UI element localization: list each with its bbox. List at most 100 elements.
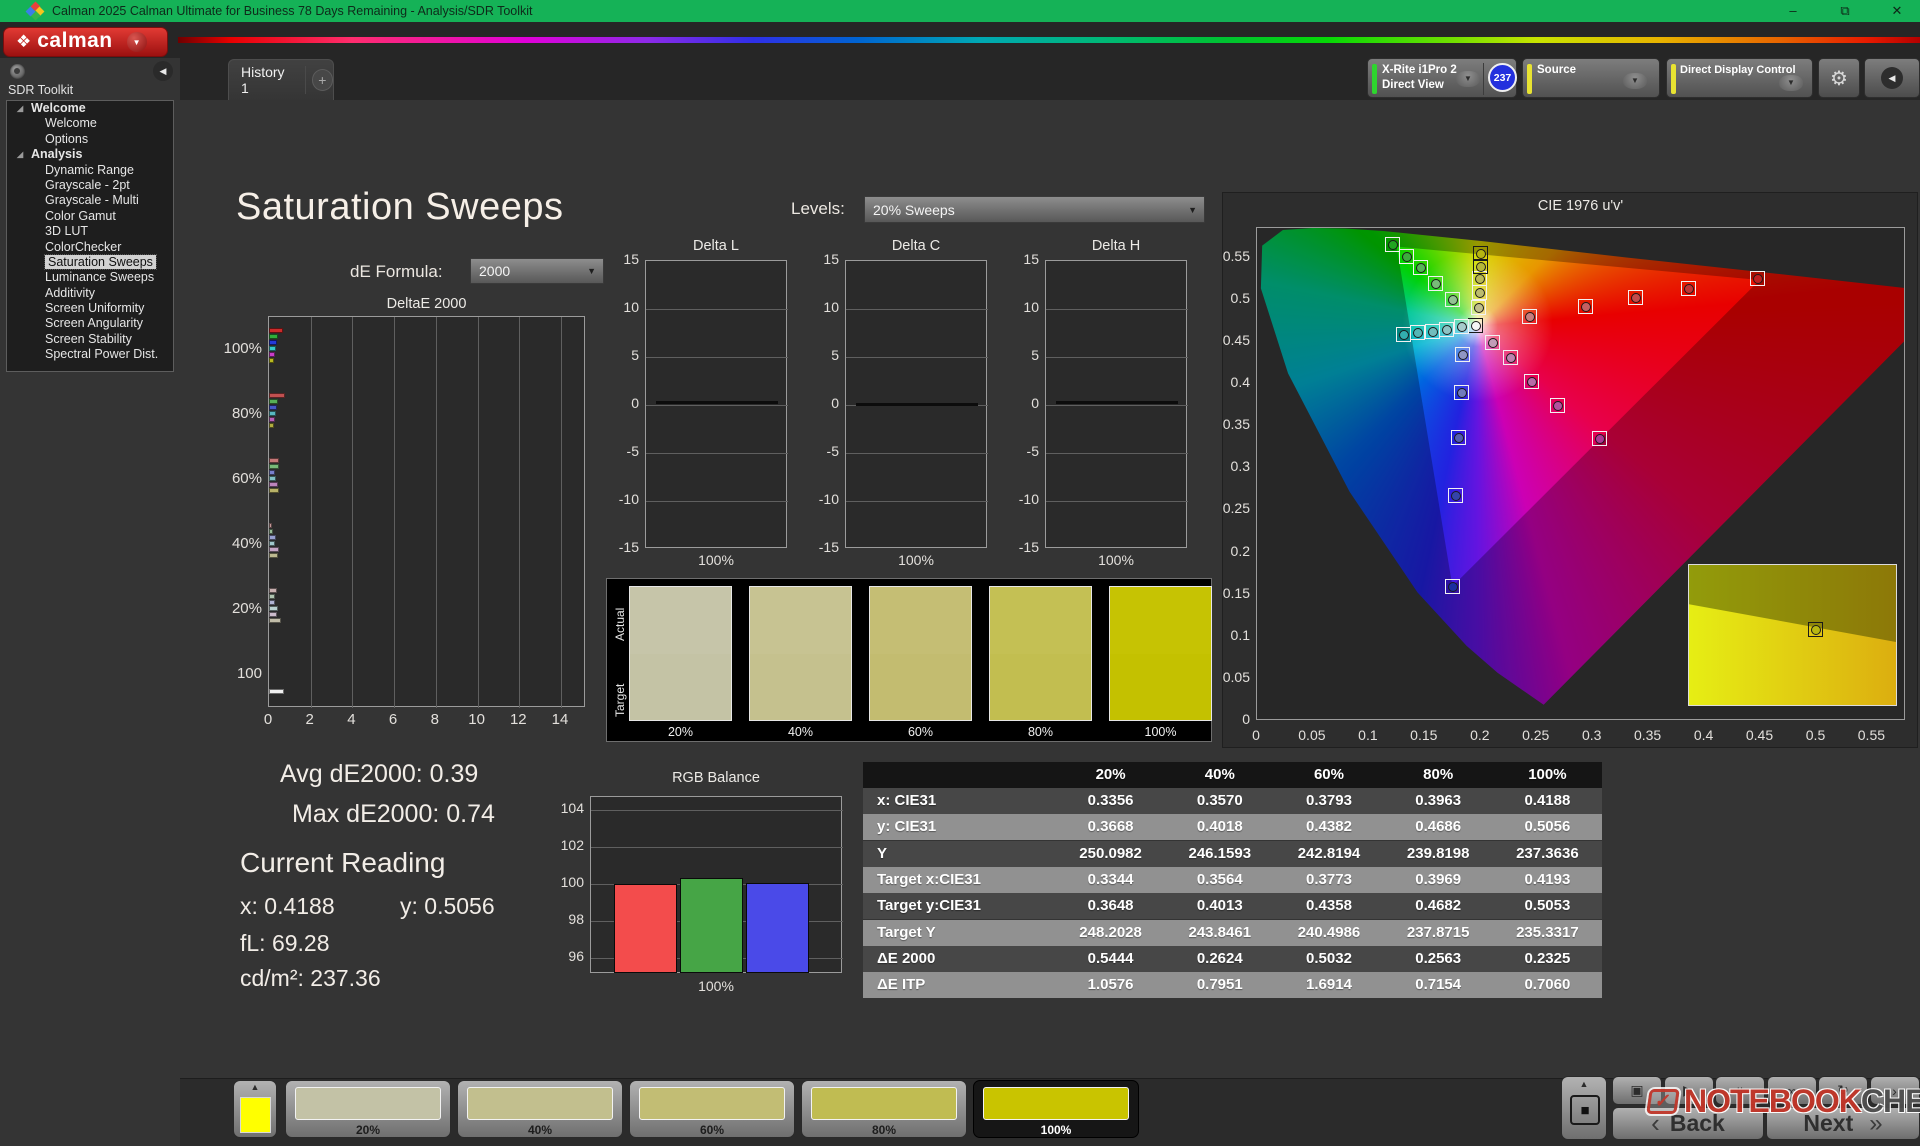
brand-caret-icon[interactable]: ▼ — [127, 32, 147, 52]
stop-measure-button[interactable]: ■ — [1570, 1095, 1600, 1125]
tree-group-analysis[interactable]: ◢Analysis — [7, 147, 173, 162]
pattern-button-40%[interactable]: 40% — [457, 1080, 623, 1138]
delta-h-title: Delta H — [1045, 238, 1187, 254]
continuous-measure-button[interactable]: ∞ — [1767, 1076, 1817, 1105]
up-arrow-icon[interactable]: ▲ — [1562, 1079, 1606, 1089]
y-tick-label: -5 — [807, 443, 839, 459]
sidebar-item-3d-lut[interactable]: 3D LUT — [7, 224, 173, 239]
actual-swatch — [870, 587, 971, 654]
gridline — [591, 847, 843, 848]
source-selector[interactable]: Source ▼ — [1522, 58, 1660, 98]
sidebar-item-grayscale-multi[interactable]: Grayscale - Multi — [7, 193, 173, 208]
deltae-bar — [269, 464, 279, 469]
calman-diamond-icon: ❖ — [16, 32, 31, 52]
delta-c-title: Delta C — [845, 238, 987, 254]
green-sweep-point — [1448, 295, 1458, 305]
sidebar-item-grayscale-2pt[interactable]: Grayscale - 2pt — [7, 178, 173, 193]
y-tick-label: 0 — [807, 395, 839, 411]
tree-group-welcome[interactable]: ◢Welcome — [7, 101, 173, 116]
workflow-orb-button[interactable] — [10, 64, 25, 79]
gridline — [1046, 405, 1188, 406]
y-tick-label: 0 — [1007, 395, 1039, 411]
table-cell: 1.6914 — [1274, 972, 1383, 998]
display-control-selector[interactable]: Direct Display Control ▼ — [1666, 58, 1813, 98]
delta-l-xlabel: 100% — [645, 552, 787, 568]
sidebar-item-screen-uniformity[interactable]: Screen Uniformity — [7, 301, 173, 316]
sidebar-item-additivity[interactable]: Additivity — [7, 286, 173, 301]
tree-expander-icon[interactable]: ◢ — [17, 147, 23, 162]
display-control-dropdown-icon[interactable]: ▼ — [1779, 75, 1803, 91]
sidebar-item-screen-stability[interactable]: Screen Stability — [7, 332, 173, 347]
de-formula-dropdown[interactable]: 2000 ▼ — [470, 258, 604, 284]
collapse-panel-button[interactable]: ◀ — [1864, 58, 1920, 98]
advance-button[interactable]: › — [1870, 1076, 1920, 1105]
sidebar-item-options[interactable]: Options — [7, 132, 173, 147]
sidebar-item-dynamic-range[interactable]: Dynamic Range — [7, 163, 173, 178]
row-label: y: CIE31 — [877, 814, 1057, 840]
sidebar-item-colorchecker[interactable]: ColorChecker — [7, 240, 173, 255]
rgb-balance-xlabel: 100% — [590, 978, 842, 994]
chevron-right-icon: » — [1869, 1110, 1882, 1138]
tab-label: History 1 — [241, 64, 295, 96]
settings-gear-button[interactable]: ⚙ — [1818, 58, 1860, 98]
add-tab-button[interactable]: + — [312, 69, 333, 91]
y-tick-label: 5 — [607, 347, 639, 363]
tab-history-1[interactable]: History 1 + — [228, 59, 334, 100]
table-column-header: 40% — [1165, 762, 1274, 788]
sidebar-item-color-gamut[interactable]: Color Gamut — [7, 209, 173, 224]
cie-y-tick: 0.2 — [1210, 543, 1250, 559]
table-cell: 240.4986 — [1274, 920, 1383, 946]
gridline — [1046, 501, 1188, 502]
pattern-button-80%[interactable]: 80% — [801, 1080, 967, 1138]
actual-row-label: Actual — [613, 608, 627, 641]
sidebar-item-luminance-sweeps[interactable]: Luminance Sweeps — [7, 270, 173, 285]
x-tick-label: 6 — [383, 711, 403, 728]
sidebar-item-screen-angularity[interactable]: Screen Angularity — [7, 316, 173, 331]
minimize-button-icon[interactable]: – — [1770, 0, 1816, 22]
pattern-window-icon: ⌗ — [1736, 1082, 1744, 1099]
restore-button-icon[interactable]: ⧉ — [1822, 0, 1868, 22]
y-tick-label: -5 — [1007, 443, 1039, 459]
levels-dropdown[interactable]: 20% Sweeps ▼ — [864, 196, 1205, 223]
meter-selector[interactable]: X-Rite i1Pro 2 Direct View ▼ 237 — [1367, 58, 1517, 98]
de-formula-label: dE Formula: — [350, 262, 443, 282]
gridline — [846, 357, 988, 358]
pattern-button-60%[interactable]: 60% — [629, 1080, 795, 1138]
pattern-preview-swatch[interactable] — [240, 1097, 271, 1133]
sidebar-collapse-button[interactable]: ◀ — [153, 61, 173, 81]
gridline — [846, 309, 988, 310]
table-row: x: CIE310.33560.35700.37930.39630.4188 — [863, 788, 1602, 814]
chevron-down-icon: ▼ — [1188, 205, 1197, 215]
next-button[interactable]: Next » — [1766, 1107, 1920, 1140]
gear-icon: ⚙ — [1830, 66, 1848, 91]
close-button-icon[interactable]: ✕ — [1874, 0, 1920, 22]
y-tick-label: -5 — [607, 443, 639, 459]
sidebar-item-saturation-sweeps[interactable]: Saturation Sweeps — [7, 255, 173, 270]
back-button[interactable]: ‹ Back — [1612, 1107, 1764, 1140]
tree-expander-icon[interactable]: ◢ — [17, 101, 23, 116]
row-label: x: CIE31 — [877, 788, 1057, 814]
sidebar-item-spectral-power-dist-[interactable]: Spectral Power Dist. — [7, 347, 173, 362]
calman-menu-button[interactable]: ❖ calman ▼ — [3, 27, 168, 57]
actual-swatch — [1110, 587, 1211, 654]
table-cell: 0.3648 — [1056, 893, 1165, 919]
source-dropdown-icon[interactable]: ▼ — [1623, 73, 1647, 89]
pattern-preview-panel: ▲ — [233, 1080, 277, 1138]
sidebar-item-welcome[interactable]: Welcome — [7, 116, 173, 131]
table-cell: 0.4013 — [1165, 893, 1274, 919]
play-button[interactable]: ▶ — [1664, 1076, 1714, 1105]
pattern-button-100%[interactable]: 100% — [973, 1080, 1139, 1138]
refresh-button[interactable]: ↻ — [1818, 1076, 1868, 1105]
table-cell: 0.2624 — [1165, 946, 1274, 972]
y-tick-label: -10 — [607, 491, 639, 507]
meter-dropdown-icon[interactable]: ▼ — [1456, 71, 1480, 87]
table-cell: 0.4682 — [1384, 893, 1493, 919]
pattern-window-button[interactable]: ⌗ — [1715, 1076, 1765, 1105]
calman-wordmark: calman — [37, 29, 112, 53]
up-arrow-icon[interactable]: ▲ — [234, 1082, 276, 1092]
table-header-row: 20%40%60%80%100% — [863, 762, 1602, 788]
target-swatch — [870, 654, 971, 721]
deltae-group-label: 60% — [190, 470, 262, 487]
pattern-button-20%[interactable]: 20% — [285, 1080, 451, 1138]
display-capture-button[interactable]: ▣ — [1612, 1076, 1662, 1105]
